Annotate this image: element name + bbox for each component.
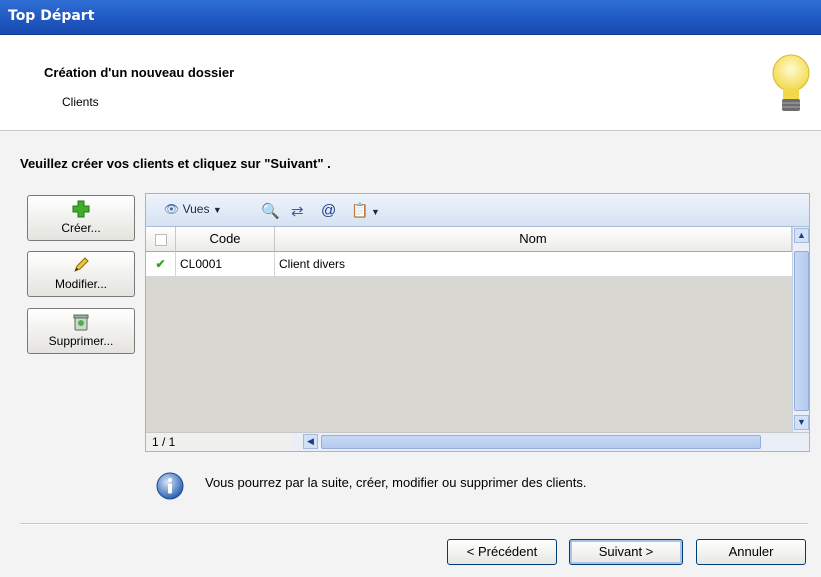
info-icon	[156, 472, 184, 500]
plus-icon	[72, 200, 90, 218]
column-header-nom[interactable]: Nom	[275, 227, 792, 252]
horizontal-scroll-thumb[interactable]	[321, 435, 761, 449]
vertical-scroll-thumb[interactable]	[794, 251, 809, 411]
scroll-up-icon[interactable]: ▲	[794, 228, 809, 243]
footer-divider	[20, 523, 808, 525]
clipboard-icon[interactable]: 📋 ▼	[351, 202, 380, 219]
vertical-scrollbar[interactable]: ▲ ▼	[792, 227, 809, 432]
next-button[interactable]: Suivant >	[569, 539, 683, 565]
pencil-icon	[74, 257, 89, 272]
modify-button[interactable]: Modifier...	[27, 251, 135, 297]
modify-button-label: Modifier...	[54, 277, 108, 291]
previous-button[interactable]: < Précédent	[447, 539, 557, 565]
scroll-down-icon[interactable]: ▼	[794, 415, 809, 430]
cancel-button[interactable]: Annuler	[696, 539, 806, 565]
views-dropdown[interactable]: 👁 Vues ▼	[164, 202, 222, 216]
wizard-title: Création d'un nouveau dossier	[44, 65, 235, 80]
select-all-checkbox[interactable]	[154, 233, 167, 246]
check-icon: ✔	[146, 252, 176, 276]
preview-icon[interactable]: 🔍	[261, 202, 280, 220]
lightbulb-icon	[772, 54, 810, 111]
info-text: Vous pourrez par la suite, créer, modifi…	[205, 475, 587, 490]
grid-toolbar: 👁 Vues ▼ 🔍 ⇄ @ 📋 ▼	[146, 194, 809, 227]
export-icon[interactable]: ⇄	[291, 202, 304, 220]
table-row[interactable]: ✔ CL0001 Client divers	[146, 252, 792, 277]
eye-icon: 👁	[164, 202, 180, 216]
create-button[interactable]: Créer...	[27, 195, 135, 241]
cell-code: CL0001	[176, 252, 275, 276]
chevron-down-icon: ▼	[212, 205, 222, 215]
grid-statusbar: 1 / 1 ◀ ▶	[146, 432, 809, 451]
email-icon[interactable]: @	[321, 202, 336, 219]
wizard-subtitle: Clients	[62, 95, 99, 109]
select-all-header[interactable]	[146, 227, 176, 252]
delete-button[interactable]: Supprimer...	[27, 308, 135, 354]
delete-button-label: Supprimer...	[48, 334, 114, 348]
window-title: Top Départ	[8, 8, 95, 24]
horizontal-scrollbar[interactable]: ◀ ▶	[291, 433, 809, 451]
views-label: Vues	[182, 202, 210, 216]
wizard-header: Création d'un nouveau dossier Clients	[0, 35, 821, 131]
clients-grid: 👁 Vues ▼ 🔍 ⇄ @ 📋 ▼ Code Nom ✔ CL0001 Cli…	[145, 193, 810, 452]
title-bar: Top Départ	[0, 0, 821, 35]
trash-icon	[73, 314, 89, 331]
wizard-body: Veuillez créer vos clients et cliquez su…	[0, 131, 821, 577]
cell-nom: Client divers	[279, 257, 346, 271]
create-button-label: Créer...	[61, 221, 101, 235]
instruction-text: Veuillez créer vos clients et cliquez su…	[20, 156, 331, 171]
column-header-code[interactable]: Code	[176, 227, 275, 252]
page-indicator: 1 / 1	[152, 435, 176, 449]
grid-empty-area	[146, 277, 792, 432]
scroll-left-icon[interactable]: ◀	[303, 434, 318, 449]
